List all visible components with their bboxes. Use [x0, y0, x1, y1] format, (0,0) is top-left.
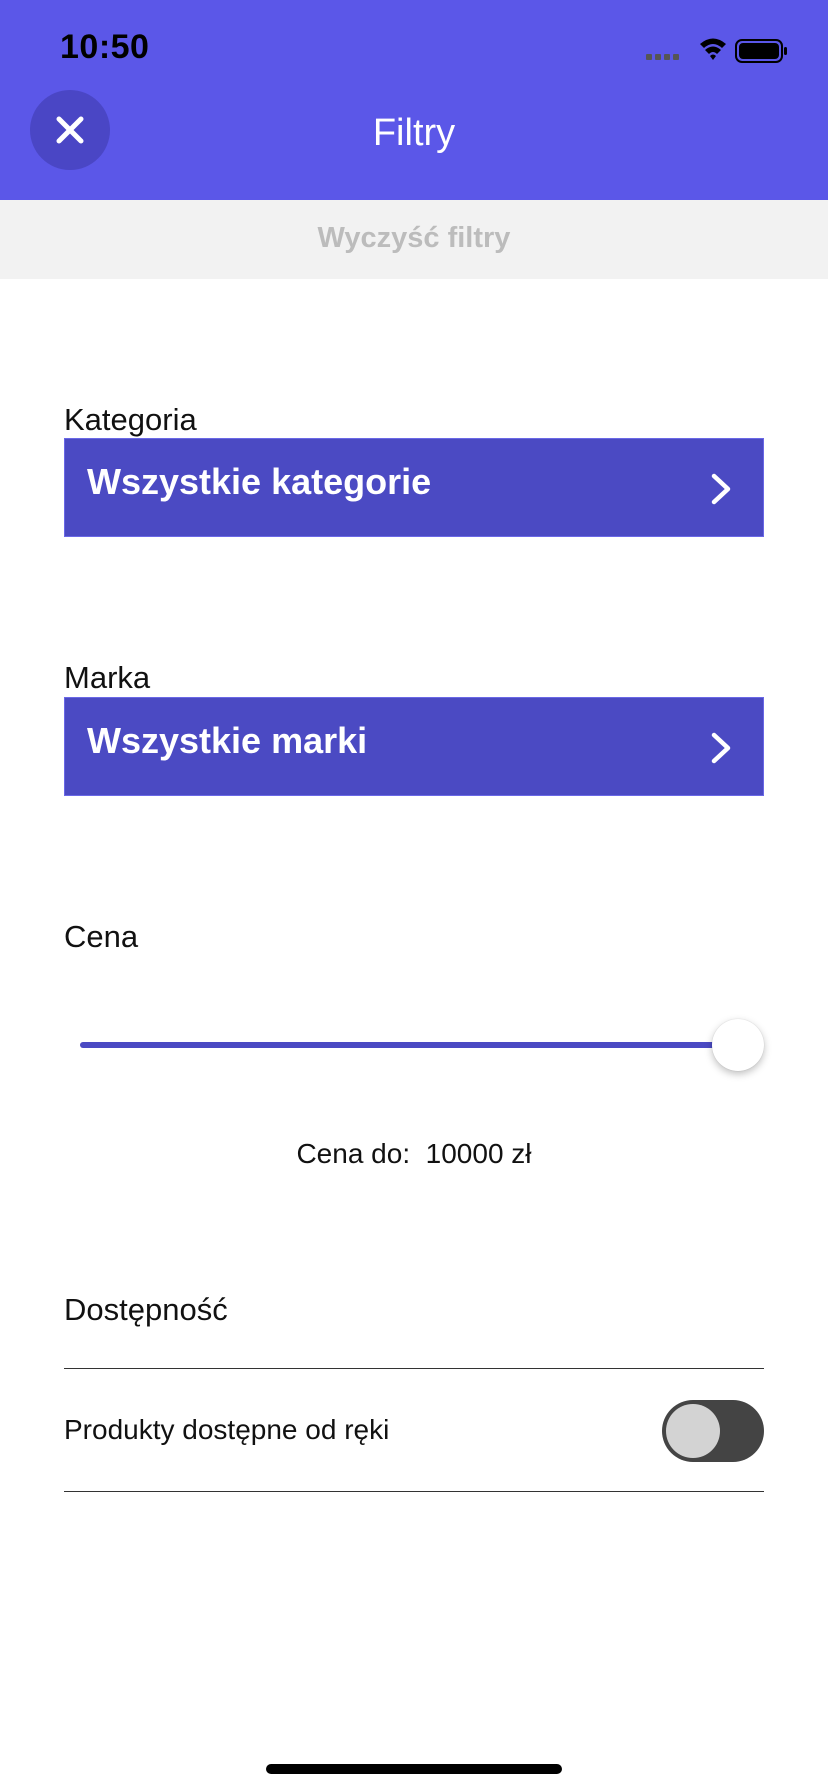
- signal-icon: [646, 54, 679, 60]
- wifi-icon: [700, 38, 726, 60]
- slider-fill: [80, 1042, 748, 1048]
- battery-icon: [735, 39, 787, 63]
- price-caption: Cena do: 10000 zł: [0, 1138, 828, 1170]
- toggle-knob: [666, 1404, 720, 1458]
- category-value: Wszystkie kategorie: [87, 461, 432, 502]
- price-slider[interactable]: [64, 1015, 764, 1075]
- clear-filters-button[interactable]: Wyczyść filtry: [0, 200, 828, 279]
- in-stock-toggle[interactable]: [662, 1400, 764, 1462]
- clear-filters-label: Wyczyść filtry: [317, 222, 511, 254]
- status-time: 10:50: [60, 28, 150, 66]
- slider-thumb[interactable]: [712, 1019, 764, 1071]
- brand-select[interactable]: Wszystkie marki: [64, 697, 764, 796]
- chevron-right-icon: [711, 473, 731, 505]
- home-indicator[interactable]: [266, 1764, 562, 1774]
- category-label: Kategoria: [64, 402, 197, 437]
- chevron-right-icon: [711, 732, 731, 764]
- in-stock-option-label: Produkty dostępne od ręki: [64, 1414, 390, 1445]
- availability-label: Dostępność: [64, 1292, 228, 1327]
- divider: [64, 1491, 764, 1492]
- brand-value: Wszystkie marki: [87, 720, 368, 761]
- brand-label: Marka: [64, 660, 151, 695]
- filters-screen: 10:50 Filtry Wyczyść filtry Kategoria Ws…: [0, 0, 828, 1792]
- page-title: Filtry: [372, 112, 456, 154]
- price-caption-value: 10000 zł: [425, 1138, 532, 1169]
- category-select[interactable]: Wszystkie kategorie: [64, 438, 764, 537]
- divider: [64, 1368, 764, 1369]
- header: 10:50 Filtry: [0, 0, 828, 200]
- price-label: Cena: [64, 919, 139, 954]
- status-icons: [632, 34, 792, 68]
- price-caption-prefix: Cena do:: [296, 1138, 411, 1169]
